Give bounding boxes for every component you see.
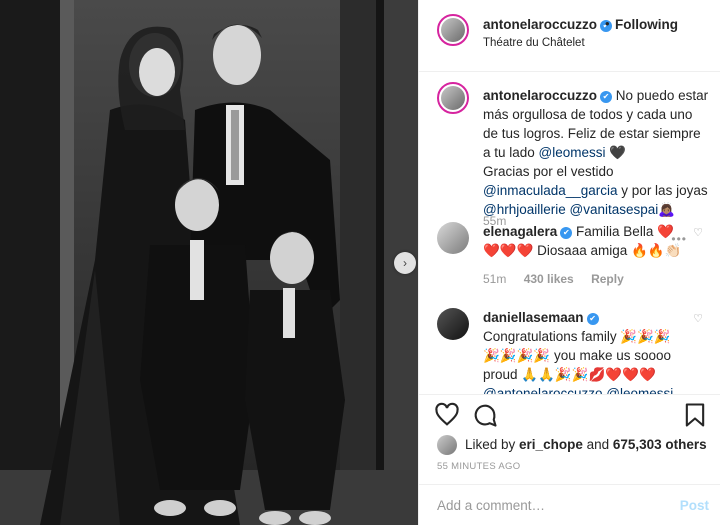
verified-badge-icon: ✔ [600, 91, 613, 103]
caption-username[interactable]: antonelaroccuzzo ✔ [483, 88, 613, 103]
comment-time[interactable]: 51m [483, 272, 506, 286]
likes-summary: Liked by eri_chope and 675,303 others [465, 437, 707, 452]
author-avatar[interactable] [437, 14, 469, 46]
mention-inmaculada-garcia[interactable]: @inmaculada__garcia [483, 183, 618, 198]
following-button[interactable]: Following [615, 17, 678, 32]
heart-icon[interactable]: ♡ [693, 226, 703, 239]
mention-leomessi[interactable]: @leomessi [539, 145, 606, 160]
comment-options-button[interactable]: ••• [671, 232, 687, 246]
author-username[interactable]: antonelaroccuzzo ✔ [483, 17, 613, 32]
comment-text: daniellasemaan ✔ Congratulations family 🎉… [483, 308, 693, 394]
commenter-avatar[interactable] [437, 308, 469, 340]
comment-icon[interactable] [471, 401, 499, 429]
comment-text: elenagalera ✔ Familia Bella ❤️ ❤️❤️❤️ Dio… [483, 224, 682, 258]
mention-antonelaroccuzzo[interactable]: @antonelaroccuzzo [483, 386, 603, 394]
mention-leomessi[interactable]: @leomessi [606, 386, 673, 394]
add-comment-bar: Add a comment… Post [419, 484, 720, 525]
bookmark-icon[interactable] [681, 401, 709, 429]
commenter-avatar[interactable] [437, 222, 469, 254]
liker-username[interactable]: eri_chope [519, 437, 583, 452]
comments-thread[interactable]: antonelaroccuzzo ✔ No puedo estar más org… [419, 72, 720, 394]
chevron-right-icon: › [403, 256, 407, 270]
heart-icon[interactable] [433, 401, 461, 429]
liker-avatar[interactable] [437, 435, 457, 455]
mention-vanitasespai[interactable]: @vanitasespai [570, 202, 659, 217]
commenter-username[interactable]: elenagalera ✔ [483, 224, 573, 239]
post-photo[interactable]: › [0, 0, 418, 525]
post-location[interactable]: Théatre du Châtelet [483, 37, 585, 49]
post-timestamp[interactable]: 55 MINUTES AGO [437, 461, 520, 472]
header-separator: • [605, 16, 610, 31]
post-header: antonelaroccuzzo ✔ • Following Théatre du… [419, 0, 720, 72]
post-side-panel: antonelaroccuzzo ✔ • Following Théatre du… [418, 0, 720, 525]
caption-avatar[interactable] [437, 82, 469, 114]
reply-button[interactable]: Reply [591, 272, 624, 286]
family-photo-illustration [0, 0, 418, 525]
verified-badge-icon: ✔ [586, 313, 599, 325]
carousel-next-button[interactable]: › [394, 252, 416, 274]
comment-input[interactable]: Add a comment… [437, 498, 545, 513]
heart-icon[interactable]: ♡ [693, 312, 703, 325]
comment-likes[interactable]: 430 likes [524, 272, 574, 286]
commenter-username[interactable]: daniellasemaan ✔ [483, 310, 599, 325]
verified-badge-icon: ✔ [560, 227, 573, 239]
likes-count[interactable]: 675,303 others [613, 437, 707, 452]
post-actions: Liked by eri_chope and 675,303 others 55… [419, 394, 720, 494]
instagram-post-modal: › antonelaroccuzzo ✔ • Following Théatre … [0, 0, 720, 525]
caption-text: antonelaroccuzzo ✔ No puedo estar más org… [483, 88, 709, 217]
post-comment-button[interactable]: Post [680, 498, 709, 513]
comment-meta: 51m 430 likes Reply [483, 272, 638, 286]
